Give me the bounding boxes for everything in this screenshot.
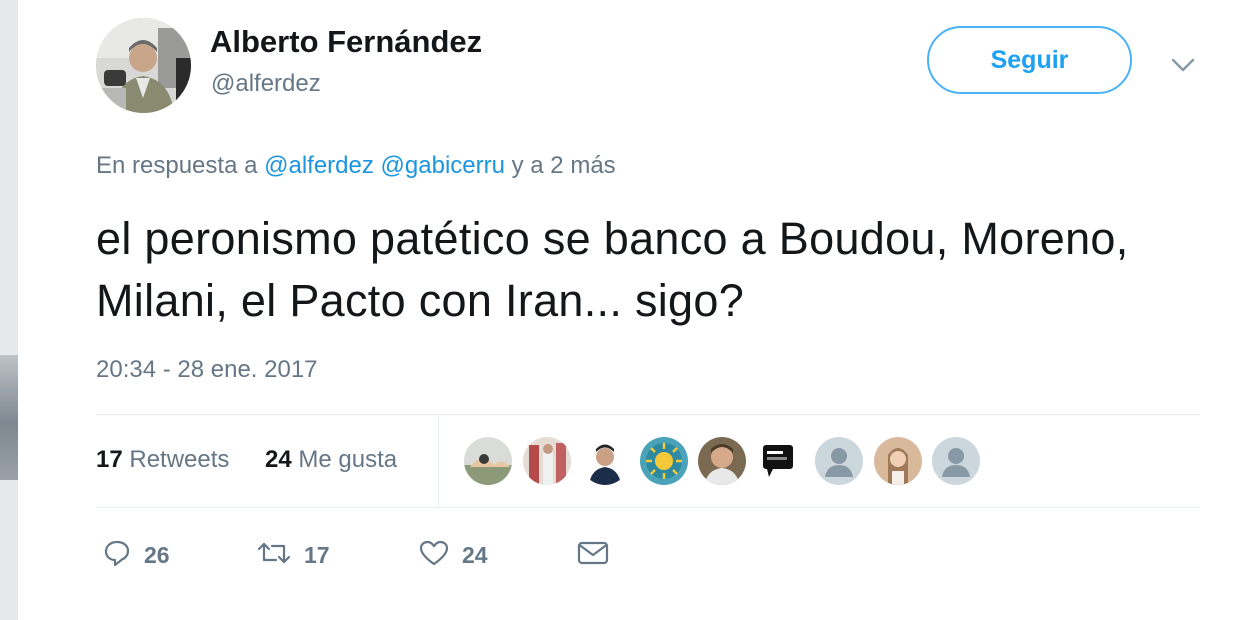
retweets-stat[interactable]: 17 Retweets xyxy=(96,446,229,474)
likes-stat[interactable]: 24 Me gusta xyxy=(265,446,397,474)
liker-avatar[interactable] xyxy=(873,437,922,485)
author-photo xyxy=(96,18,191,113)
retweets-stat-count: 17 xyxy=(96,446,123,473)
liker-avatar[interactable] xyxy=(522,437,571,485)
liker-avatar[interactable] xyxy=(464,437,512,485)
background-edge xyxy=(0,0,18,620)
liker-avatar[interactable] xyxy=(815,437,863,485)
direct-message-button[interactable] xyxy=(576,535,610,575)
heart-icon xyxy=(418,538,450,573)
author-display-name[interactable]: Alberto Fernández xyxy=(210,24,482,60)
tweet-card: Alberto Fernández @alferdez Seguir En re… xyxy=(18,0,1256,620)
divider xyxy=(96,414,1200,415)
liker-avatar[interactable] xyxy=(932,437,980,485)
reply-suffix[interactable]: y a 2 más xyxy=(512,152,616,179)
reply-prefix: En respuesta a xyxy=(96,152,258,179)
tweet-timestamp[interactable]: 20:34 - 28 ene. 2017 xyxy=(96,356,318,384)
liker-avatar[interactable] xyxy=(756,437,805,485)
reply-context: En respuesta a @alferdez @gabicerru y a … xyxy=(96,152,616,180)
reply-mention-link[interactable]: @gabicerru xyxy=(381,152,505,179)
follow-button[interactable]: Seguir xyxy=(927,26,1132,94)
retweet-icon xyxy=(256,538,292,573)
liker-avatar[interactable] xyxy=(581,437,629,485)
reply-button[interactable]: 26 xyxy=(102,535,170,575)
retweet-count: 17 xyxy=(304,541,330,568)
background-photo-fragment xyxy=(0,355,18,480)
liker-avatar[interactable] xyxy=(639,437,688,485)
like-count: 24 xyxy=(462,541,488,568)
divider xyxy=(438,415,439,507)
retweet-button[interactable]: 17 xyxy=(256,535,330,575)
reply-mention-link[interactable]: @alferdez xyxy=(264,152,374,179)
author-handle[interactable]: @alferdez xyxy=(211,70,321,98)
liker-avatars xyxy=(464,437,991,487)
liker-avatar[interactable] xyxy=(698,437,746,485)
reply-icon xyxy=(102,538,132,573)
tweet-text: el peronismo patético se banco a Boudou,… xyxy=(96,213,1129,326)
retweets-stat-label: Retweets xyxy=(129,446,230,473)
likes-stat-label: Me gusta xyxy=(298,446,398,473)
reply-count: 26 xyxy=(144,541,170,568)
envelope-icon xyxy=(576,538,610,573)
divider xyxy=(96,507,1200,508)
like-button[interactable]: 24 xyxy=(418,535,488,575)
author-avatar[interactable] xyxy=(96,18,191,113)
likes-stat-count: 24 xyxy=(265,446,292,473)
chevron-down-icon[interactable] xyxy=(1168,50,1198,80)
